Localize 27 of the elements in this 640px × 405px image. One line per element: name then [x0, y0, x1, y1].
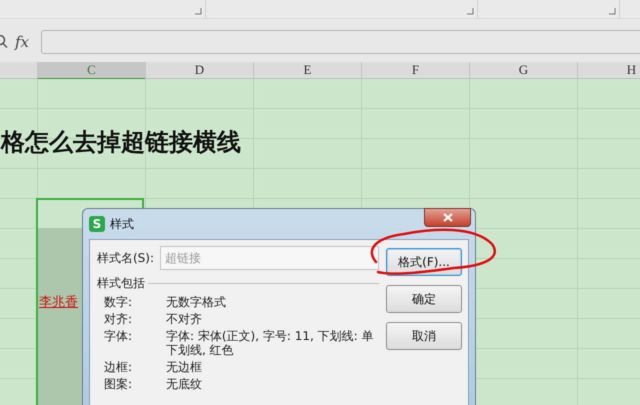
dialog-button[interactable]: 确定	[386, 285, 462, 313]
property-value: 无底纹	[166, 377, 203, 391]
property-label: 字体:	[104, 329, 134, 345]
property-value: 不对齐	[166, 312, 203, 326]
search-icon[interactable]	[0, 34, 9, 48]
property-value: 无边框	[166, 360, 203, 374]
property-value: 无数字格式	[166, 295, 227, 309]
dialog-button[interactable]: 取消	[386, 322, 462, 350]
property-label: 边框:	[104, 360, 134, 374]
property-value: 字体: 宋体(正文), 字号: 11, 下划线: 单下划线, 红色	[166, 329, 374, 357]
close-button[interactable]	[424, 208, 471, 227]
property-label: 图案:	[104, 377, 134, 391]
function-label[interactable]: fx	[15, 32, 35, 50]
dialog-title: 样式	[110, 216, 134, 232]
formula-input-field[interactable]	[41, 30, 640, 54]
style-name-label: 样式名(S):	[97, 250, 154, 266]
property-label: 数字:	[104, 295, 134, 309]
property-label: 对齐:	[104, 312, 134, 326]
app-logo: S	[89, 216, 105, 232]
launcher-icon[interactable]	[467, 8, 474, 15]
launcher-icon[interactable]	[195, 8, 202, 15]
style-name-field[interactable]: 超链接	[160, 246, 379, 270]
dialog-button[interactable]: 格式(F)...	[386, 248, 462, 276]
sheet-heading: 格怎么去掉超链接横线	[1, 126, 242, 157]
close-icon	[442, 213, 452, 222]
group-label: 样式包括	[97, 274, 145, 292]
launcher-icon[interactable]	[609, 8, 616, 15]
